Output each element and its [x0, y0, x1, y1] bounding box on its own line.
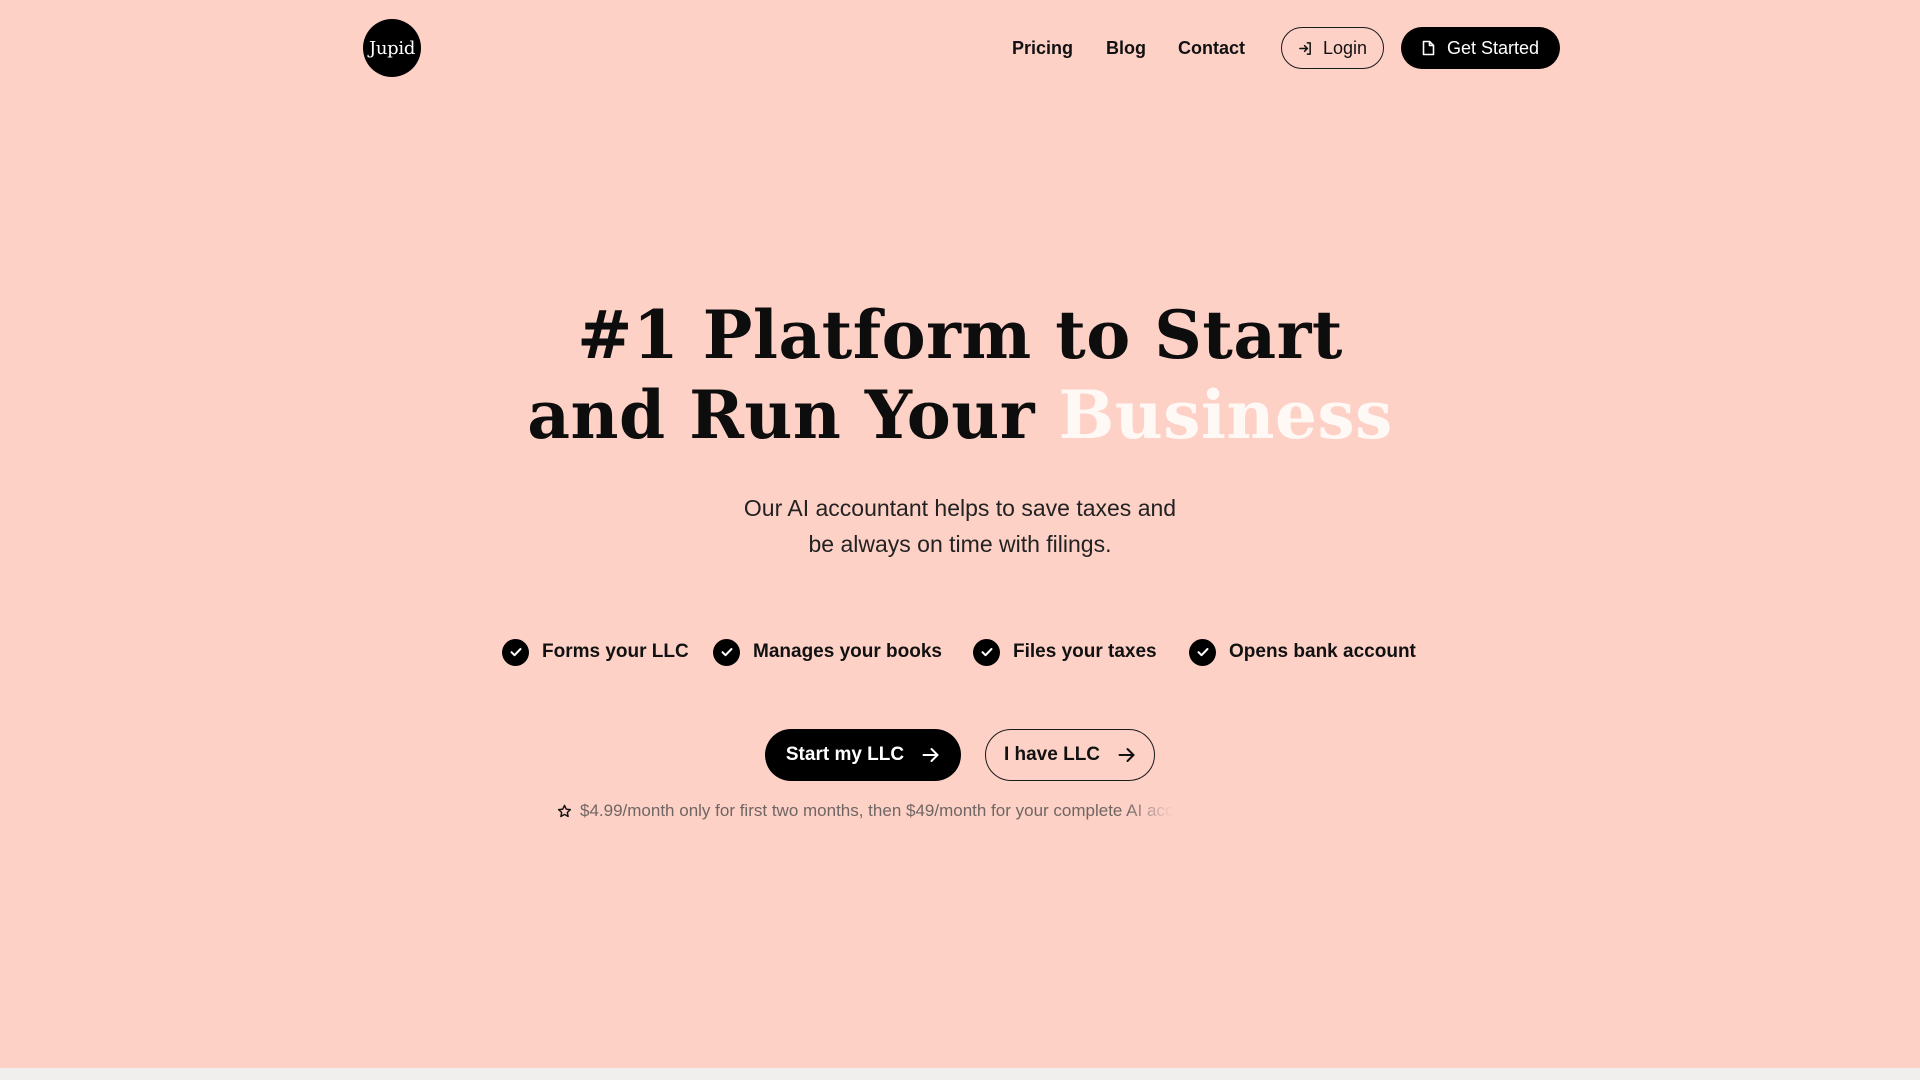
feature-item: Opens bank account: [1189, 638, 1416, 666]
check-icon: [1189, 638, 1216, 666]
i-have-llc-label: I have LLC: [1003, 744, 1101, 765]
hero-title-accent: Business: [1058, 376, 1393, 454]
logo[interactable]: Jupid: [363, 19, 421, 77]
login-label: Login: [1322, 37, 1368, 58]
feature-item: Manages your books: [713, 638, 942, 666]
nav-link-blog[interactable]: Blog: [1106, 36, 1146, 60]
nav-link-contact[interactable]: Contact: [1178, 36, 1245, 60]
next-section-edge: [0, 1068, 1920, 1080]
arrow-right-icon: [922, 747, 940, 763]
hero-title-line2: and Run Your: [527, 376, 1059, 454]
hero-subtitle-line2: be always on time with filings.: [808, 531, 1112, 557]
logo-text: Jupid: [368, 37, 416, 59]
hero-title-line1: #1 Platform to Start: [577, 296, 1343, 374]
feature-label: Files your taxes: [1013, 641, 1157, 662]
get-started-label: Get Started: [1446, 37, 1540, 58]
hero-subtitle-line1: Our AI accountant helps to save taxes an…: [743, 495, 1177, 521]
pricing-note: $4.99/month only for first two months, t…: [557, 799, 1173, 823]
start-my-llc-button[interactable]: Start my LLC: [765, 729, 961, 781]
login-icon: [1298, 41, 1313, 56]
feature-label: Opens bank account: [1229, 641, 1416, 662]
check-icon: [502, 638, 529, 666]
arrow-right-icon: [1118, 747, 1136, 763]
hero-subtitle: Our AI accountant helps to save taxes an…: [0, 490, 1920, 562]
nav-link-pricing[interactable]: Pricing: [1012, 36, 1073, 60]
document-icon: [1422, 40, 1435, 56]
feature-label: Forms your LLC: [542, 641, 689, 662]
get-started-button[interactable]: Get Started: [1401, 27, 1560, 69]
start-my-llc-label: Start my LLC: [785, 744, 905, 765]
pricing-note-text: $4.99/month only for first two months, t…: [580, 801, 1174, 820]
i-have-llc-button[interactable]: I have LLC: [985, 729, 1155, 781]
star-icon: [557, 804, 572, 819]
feature-item: Files your taxes: [973, 638, 1157, 666]
hero-title: #1 Platform to Start and Run Your Busine…: [0, 295, 1920, 455]
check-icon: [713, 638, 740, 666]
feature-label: Manages your books: [753, 641, 942, 662]
check-icon: [973, 638, 1000, 666]
login-button[interactable]: Login: [1281, 27, 1384, 69]
feature-item: Forms your LLC: [502, 638, 689, 666]
